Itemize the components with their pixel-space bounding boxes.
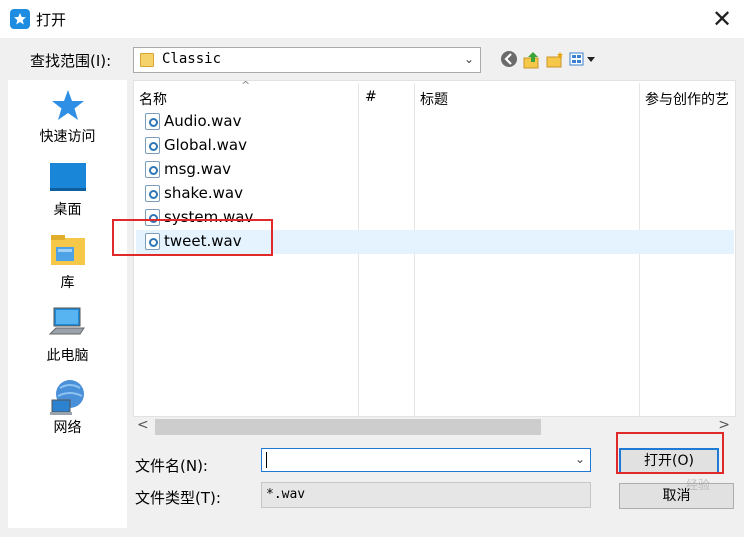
place-library[interactable]: 库 (8, 232, 127, 304)
library-icon (51, 235, 85, 265)
watermark: 经验 (686, 478, 711, 492)
network-icon (50, 380, 84, 415)
scrollbar-thumb[interactable] (155, 419, 541, 435)
new-folder-icon[interactable] (545, 50, 565, 70)
highlight-box (112, 219, 273, 256)
look-in-value: Classic (162, 51, 222, 67)
file-name: Audio.wav (164, 112, 242, 130)
filetype-select[interactable]: *.wav (261, 482, 591, 508)
file-name: msg.wav (164, 160, 232, 178)
column-header-contributor[interactable]: 参与创作的艺 (645, 89, 729, 109)
places-bar: 快速访问 桌面 库 此电脑 网络 (8, 80, 127, 528)
place-quick-access[interactable]: 快速访问 (8, 84, 127, 156)
window-title: 打开 (36, 11, 67, 29)
cancel-button[interactable]: 取消 (619, 483, 734, 509)
look-in-label: 查找范围(I): (30, 52, 112, 70)
filetype-value: *.wav (266, 487, 306, 502)
column-header-name[interactable]: 名称 (139, 89, 167, 109)
computer-icon (48, 307, 85, 335)
back-icon[interactable] (500, 50, 520, 70)
folder-icon (140, 53, 154, 67)
column-header-title[interactable]: 标题 (420, 89, 448, 109)
place-desktop[interactable]: 桌面 (8, 158, 127, 230)
filetype-label: 文件类型(T): (135, 489, 221, 507)
filename-label: 文件名(N): (135, 457, 208, 475)
file-name: Global.wav (164, 136, 247, 154)
file-name: shake.wav (164, 184, 243, 202)
audio-file-icon (145, 113, 160, 130)
filename-input[interactable]: ⌄ (261, 448, 591, 472)
audio-file-icon (145, 185, 160, 202)
chevron-down-icon[interactable]: ⌄ (464, 52, 474, 66)
audio-file-icon (145, 137, 160, 154)
scroll-right-icon[interactable]: > (718, 417, 730, 433)
audio-file-icon (145, 161, 160, 178)
file-row[interactable]: shake.wav (136, 182, 734, 206)
look-in-dropdown[interactable]: Classic ⌄ (133, 47, 481, 73)
desktop-icon (50, 163, 86, 191)
highlight-box (616, 432, 724, 474)
place-label: 库 (60, 275, 75, 291)
sort-ascending-icon: ^ (241, 79, 251, 92)
app-icon (10, 9, 30, 29)
scroll-left-icon[interactable]: < (137, 417, 149, 433)
up-folder-icon[interactable] (522, 50, 542, 70)
place-this-pc[interactable]: 此电脑 (8, 304, 127, 376)
view-menu-icon[interactable] (569, 50, 599, 70)
close-button[interactable]: ✕ (705, 2, 739, 36)
column-header-number[interactable]: # (365, 89, 377, 105)
place-network[interactable]: 网络 (8, 376, 127, 448)
file-row[interactable]: msg.wav (136, 158, 734, 182)
place-label: 桌面 (53, 202, 82, 218)
place-label: 快速访问 (39, 129, 96, 145)
title-bar: 打开 ✕ (0, 0, 744, 38)
file-row[interactable]: Audio.wav (136, 110, 734, 134)
place-label: 此电脑 (46, 348, 89, 364)
star-icon (52, 90, 84, 120)
chevron-down-icon[interactable]: ⌄ (575, 452, 585, 466)
text-caret (266, 452, 267, 468)
file-row[interactable]: Global.wav (136, 134, 734, 158)
place-label: 网络 (53, 420, 82, 436)
